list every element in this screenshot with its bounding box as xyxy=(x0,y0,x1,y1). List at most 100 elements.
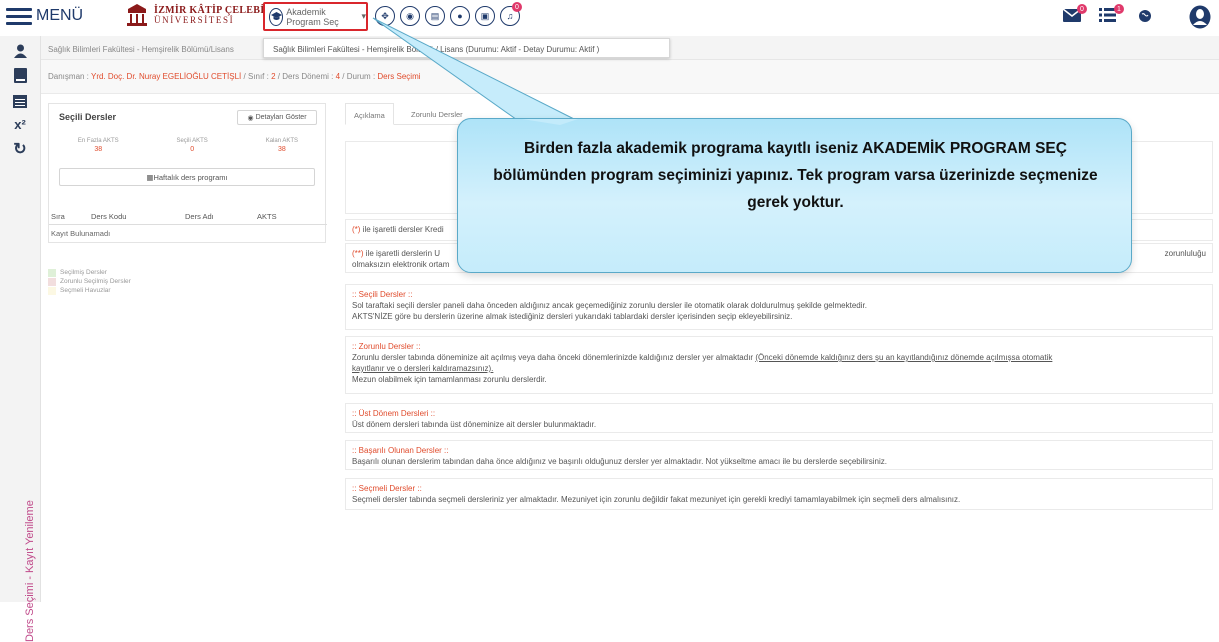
tab-aciklama[interactable]: Açıklama xyxy=(345,103,394,125)
logo-line-2: ÜNİVERSİTESİ xyxy=(154,14,235,25)
hamburger-icon xyxy=(6,7,32,25)
help-callout: Birden fazla akademik programa kayıtlı i… xyxy=(457,118,1132,273)
profile-avatar-icon[interactable] xyxy=(1189,5,1211,34)
stat-remaining-akts: Kalan AKTS 38 xyxy=(266,138,298,153)
section-title: :: Seçili Dersler :: xyxy=(352,290,413,299)
chevron-down-icon: ▾ xyxy=(361,11,366,21)
col-akts: AKTS xyxy=(257,212,277,221)
akts-stats: En Fazla AKTS 38 Seçili AKTS 0 Kalan AKT… xyxy=(49,138,327,153)
note-text: ile işaretli dersler Kredi xyxy=(360,225,444,234)
legend-label: Seçmeli Havuzlar xyxy=(60,287,111,294)
legend-swatch xyxy=(48,268,56,277)
section-text: Başarılı olunan derslerim tabından daha … xyxy=(352,457,887,466)
col-course-code: Ders Kodu xyxy=(91,212,127,221)
stat-label: En Fazla AKTS xyxy=(77,138,119,144)
top-bar: MENÜ İZMİR KÂTİP ÇELEBİ ÜNİVERSİTESİ Aka… xyxy=(0,0,1219,36)
weekly-schedule-label: Haftalık ders programı xyxy=(153,172,228,182)
stat-value: 38 xyxy=(277,146,286,153)
note-text-line2: olmaksızın elektronik ortam xyxy=(352,260,450,269)
list-badge: 1 xyxy=(1114,4,1124,14)
legend-label: Seçilmiş Dersler xyxy=(60,269,107,276)
color-legend: Seçilmiş Dersler Zorunlu Seçilmiş Dersle… xyxy=(48,268,131,295)
eye-icon: ◉ xyxy=(247,114,254,122)
quick-actions: ✥ ◉ ▤ ● ▣ ♫ 0 xyxy=(375,2,522,26)
student-info-bar: Danışman : Yrd. Doç. Dr. Nuray EGELİOĞLU… xyxy=(41,60,1219,94)
section-upper-term-courses: :: Üst Dönem Dersleri :: Üst dönem dersl… xyxy=(345,403,1213,433)
term-value: 4 xyxy=(335,72,341,81)
section-selected-courses: :: Seçili Dersler :: Sol taraftaki seçil… xyxy=(345,284,1213,330)
advisor-label: Danışman : xyxy=(48,72,89,81)
mail-badge: 0 xyxy=(1077,4,1087,14)
panel-title: Seçili Dersler xyxy=(59,112,117,122)
legend-swatch xyxy=(48,286,56,295)
menu-button[interactable]: MENÜ xyxy=(6,7,83,25)
show-details-label: Detayları Göster xyxy=(255,114,307,121)
section-title: :: Seçmeli Dersler :: xyxy=(352,484,422,493)
breadcrumb-text[interactable]: Sağlık Bilimleri Fakültesi - Hemşirelik … xyxy=(48,45,234,54)
legend-item: Seçmeli Havuzlar xyxy=(48,286,131,295)
legend-item: Zorunlu Seçilmiş Dersler xyxy=(48,277,131,286)
program-option[interactable]: Sağlık Bilimleri Fakültesi - Hemşirelik … xyxy=(273,45,599,54)
section-title: :: Üst Dönem Dersleri :: xyxy=(352,409,436,418)
user-icon[interactable] xyxy=(11,42,29,60)
empty-row: Kayıt Bulunamadı xyxy=(51,229,111,238)
logo-line-1: İZMİR KÂTİP ÇELEBİ xyxy=(154,4,265,16)
university-logo[interactable]: İZMİR KÂTİP ÇELEBİ ÜNİVERSİTESİ xyxy=(124,2,264,28)
section-text-underlined: (Önceki dönemde kaldığınız ders şu an ka… xyxy=(755,353,1053,362)
left-sidebar: x² ↻ Ders Seçimi - Kayıt Yenileme xyxy=(0,36,41,642)
col-course-name: Ders Adı xyxy=(185,212,214,221)
legend-label: Zorunlu Seçilmiş Dersler xyxy=(60,278,131,285)
academic-program-select[interactable]: Akademik Program Seç ▾ xyxy=(263,2,368,31)
section-text: Sol taraftaki seçili dersler paneli daha… xyxy=(352,301,867,310)
section-text: Zorunlu dersler tabında döneminize ait a… xyxy=(352,353,756,362)
advisor-name: Yrd. Doç. Dr. Nuray EGELİOĞLU CETİŞLİ xyxy=(90,72,242,81)
bell-icon[interactable]: ♫ 0 xyxy=(500,2,522,26)
section-title: :: Zorunlu Dersler :: xyxy=(352,342,421,351)
user-icon[interactable]: ● xyxy=(450,6,470,26)
graduation-cap-icon xyxy=(269,7,284,26)
calendar-icon[interactable]: ▣ xyxy=(475,6,495,26)
status-label: Durum : xyxy=(346,72,376,81)
callout-text: Birden fazla akademik programa kayıtlı i… xyxy=(493,140,1098,211)
section-text: Üst dönem dersleri tabında üst döneminiz… xyxy=(352,420,597,429)
class-value: 2 xyxy=(271,72,276,81)
move-icon[interactable]: ✥ xyxy=(375,6,395,26)
section-text: Seçmeli dersler tabında seçmeli dersleri… xyxy=(352,495,961,504)
program-dropdown: Sağlık Bilimleri Fakültesi - Hemşirelik … xyxy=(263,38,670,58)
section-elective-courses: :: Seçmeli Dersler :: Seçmeli dersler ta… xyxy=(345,478,1213,510)
note-text: ile işaretli derslerin U xyxy=(363,249,441,258)
courses-table-header: Sıra Ders Kodu Ders Adı AKTS xyxy=(49,207,327,225)
term-label: Ders Dönemi : xyxy=(282,72,334,81)
legend-item: Seçilmiş Dersler xyxy=(48,268,131,277)
col-index: Sıra xyxy=(51,212,65,221)
section-text: AKTS'NİZE göre bu derslerin üzerine alma… xyxy=(352,312,793,321)
stat-value: 38 xyxy=(94,146,103,153)
section-title: :: Başarılı Olunan Dersler :: xyxy=(352,446,449,455)
note-text-tail: zorunluluğu xyxy=(1164,249,1206,258)
book-icon[interactable] xyxy=(11,66,29,84)
section-mandatory-courses: :: Zorunlu Dersler :: Zorunlu dersler ta… xyxy=(345,336,1213,394)
globe-icon[interactable] xyxy=(1139,9,1151,27)
formula-icon[interactable]: x² xyxy=(11,115,29,133)
status-value: Ders Seçimi xyxy=(377,72,421,81)
menu-label: MENÜ xyxy=(36,7,84,24)
sidebar-vertical-label: Ders Seçimi - Kayıt Yenileme xyxy=(24,500,36,642)
stat-max-akts: En Fazla AKTS 38 xyxy=(78,138,119,153)
weekly-schedule-button[interactable]: ▦ Haftalık ders programı xyxy=(59,168,315,186)
stat-value: 0 xyxy=(190,146,195,153)
stat-label: Kalan AKTS xyxy=(265,138,299,144)
user-toolbar: 0 1 xyxy=(1062,4,1213,30)
show-details-button[interactable]: ◉ Detayları Göster xyxy=(237,110,317,125)
note-mark: (**) xyxy=(352,249,364,258)
section-text: Mezun olabilmek için tamamlanması zorunl… xyxy=(352,375,547,384)
refresh-icon[interactable]: ↻ xyxy=(11,140,29,158)
calendar-icon[interactable] xyxy=(11,91,29,109)
card-icon[interactable]: ▤ xyxy=(425,6,445,26)
stat-label: Seçili AKTS xyxy=(176,138,208,144)
selected-courses-panel: Seçili Dersler ◉ Detayları Göster En Faz… xyxy=(48,103,327,243)
stat-selected-akts: Seçili AKTS 0 xyxy=(176,138,207,153)
legend-swatch xyxy=(48,277,56,286)
program-select-label: Akademik Program Seç xyxy=(286,6,339,27)
eye-icon[interactable]: ◉ xyxy=(400,6,420,26)
section-passed-courses: :: Başarılı Olunan Dersler :: Başarılı o… xyxy=(345,440,1213,470)
